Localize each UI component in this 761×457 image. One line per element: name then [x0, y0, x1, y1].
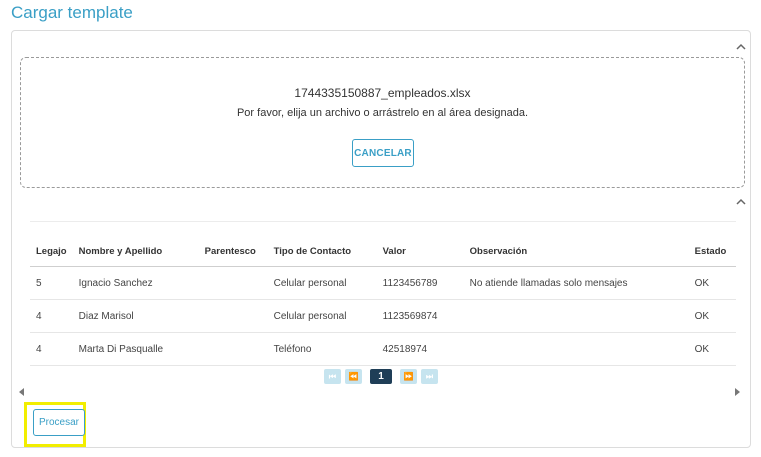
cell-observacion: No atiende llamadas solo mensajes [463, 266, 689, 300]
scroll-left-icon[interactable] [19, 388, 24, 396]
cell-observacion [463, 299, 689, 333]
uploaded-filename: 1744335150887_empleados.xlsx [294, 86, 471, 100]
section-divider [30, 221, 736, 222]
prev-page-button[interactable]: ⏪ [345, 369, 362, 384]
column-header-observacion[interactable]: Observación [463, 236, 689, 267]
upload-card: 1744335150887_empleados.xlsx Por favor, … [11, 30, 751, 448]
column-header-parentesco[interactable]: Parentesco [198, 236, 268, 267]
column-header-valor[interactable]: Valor [376, 236, 464, 267]
cell-valor: 1123456789 [376, 266, 464, 300]
file-dropzone[interactable]: 1744335150887_empleados.xlsx Por favor, … [20, 57, 745, 188]
cell-valor: 42518974 [376, 332, 464, 366]
cell-valor: 1123569874 [376, 299, 464, 333]
cell-estado: OK [688, 266, 736, 300]
cell-parentesco [198, 299, 268, 333]
process-button[interactable]: Procesar [33, 409, 85, 436]
page-1-button[interactable]: 1 [370, 369, 392, 384]
cell-legajo: 4 [30, 299, 73, 333]
cancel-button[interactable]: CANCELAR [352, 139, 414, 167]
page-title: Cargar template [11, 3, 133, 22]
table-row[interactable]: 4 Diaz Marisol Celular personal 11235698… [30, 299, 736, 333]
column-header-tipo-contacto[interactable]: Tipo de Contacto [267, 236, 377, 267]
column-header-estado[interactable]: Estado [688, 236, 736, 267]
cell-tipo-contacto: Celular personal [267, 266, 377, 300]
cell-estado: OK [688, 332, 736, 366]
cell-parentesco [198, 266, 268, 300]
cell-estado: OK [688, 299, 736, 333]
table-row[interactable]: 4 Marta Di Pasqualle Teléfono 42518974 O… [30, 332, 736, 366]
cell-legajo: 4 [30, 332, 73, 366]
cell-nombre: Diaz Marisol [72, 299, 199, 333]
cell-parentesco [198, 332, 268, 366]
chevron-up-icon[interactable] [735, 196, 747, 208]
next-page-button[interactable]: ⏩ [400, 369, 417, 384]
last-page-button[interactable]: ⏭ [421, 369, 438, 384]
cell-tipo-contacto: Teléfono [267, 332, 377, 366]
column-header-nombre[interactable]: Nombre y Apellido [72, 236, 199, 267]
table-row[interactable]: 5 Ignacio Sanchez Celular personal 11234… [30, 266, 736, 300]
dropzone-hint: Por favor, elija un archivo o arrástrelo… [236, 107, 529, 119]
cell-legajo: 5 [30, 266, 73, 300]
employees-table: Legajo Nombre y Apellido Parentesco Tipo… [30, 236, 736, 366]
first-page-button[interactable]: ⏮ [324, 369, 341, 384]
cell-tipo-contacto: Celular personal [267, 299, 377, 333]
column-header-legajo[interactable]: Legajo [30, 236, 73, 267]
chevron-up-icon[interactable] [735, 41, 747, 53]
cell-nombre: Ignacio Sanchez [72, 266, 199, 300]
table-header-row: Legajo Nombre y Apellido Parentesco Tipo… [30, 236, 736, 267]
scroll-right-icon[interactable] [735, 388, 740, 396]
horizontal-scrollbar[interactable] [12, 385, 750, 399]
pagination: ⏮ ⏪ 1 ⏩ ⏭ [12, 369, 750, 385]
cell-nombre: Marta Di Pasqualle [72, 332, 199, 366]
cell-observacion [463, 332, 689, 366]
